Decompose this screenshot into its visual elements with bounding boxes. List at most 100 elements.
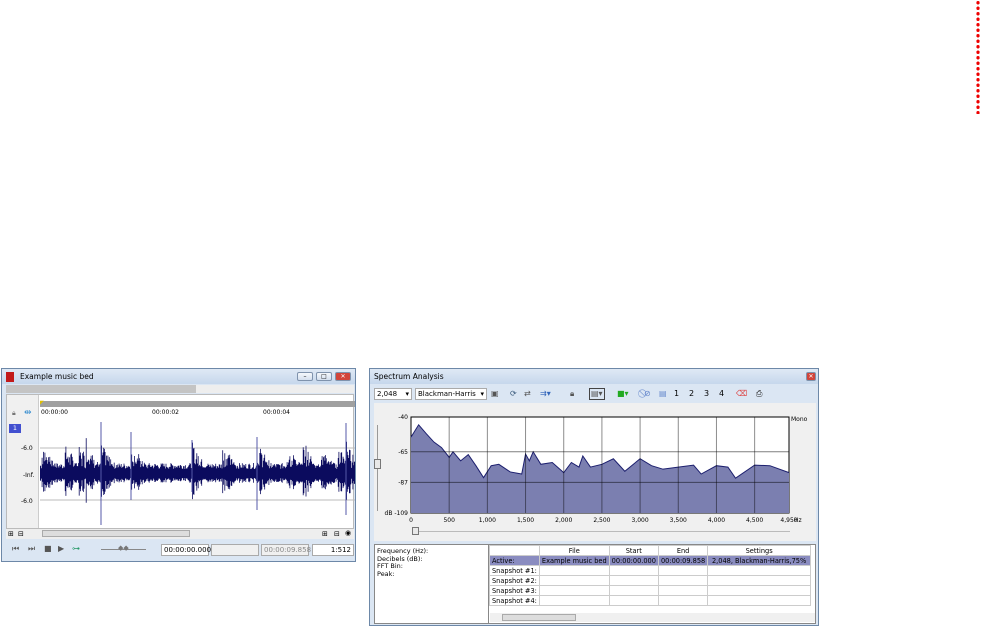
column-header[interactable]: Settings	[707, 545, 811, 556]
ruler-label: 00:00:02	[152, 409, 179, 416]
y-tick-label: -65	[398, 449, 408, 456]
close-button[interactable]: ✕	[335, 372, 351, 381]
waveform[interactable]	[40, 420, 355, 528]
table-cell: Snapshot #2:	[489, 575, 540, 586]
spectrum-title-bar[interactable]: Spectrum Analysis ✕	[370, 369, 818, 384]
lock-icon[interactable]: 🔒︎	[570, 389, 574, 399]
go-to-end-button[interactable]: ⏭	[28, 544, 35, 554]
db-label: -Inf.	[23, 472, 35, 479]
window-type-select[interactable]: Blackman-Harris ▾	[415, 388, 487, 400]
wave-window: Example music bed – □ ✕ 🔒︎ ⇹ 1 ◤ 00:00:0…	[1, 368, 356, 562]
y-tick-label: dB -109	[385, 510, 409, 517]
x-tick-label: 2,500	[593, 517, 610, 524]
table-cell	[657, 575, 709, 586]
column-header[interactable]	[489, 545, 540, 556]
channel-number-badge[interactable]: 1	[9, 424, 21, 433]
table-cell	[657, 565, 709, 576]
table-row[interactable]: Snapshot #3:	[489, 585, 811, 596]
window-type-value: Blackman-Harris	[418, 390, 476, 398]
scrollbar-thumb[interactable]	[502, 614, 576, 621]
stop-button[interactable]: ■	[44, 544, 52, 554]
table-row[interactable]: Snapshot #1:	[489, 565, 811, 576]
snapshot-2-button[interactable]: 2	[689, 389, 694, 399]
table-cell: 00:00:00.000	[608, 555, 659, 566]
play-looped-button[interactable]: ⊶	[72, 544, 80, 554]
x-tick-label: 3,000	[631, 517, 648, 524]
horizontal-scrollbar[interactable]	[42, 530, 190, 537]
x-tick-label: 3,500	[670, 517, 687, 524]
print-icon[interactable]: ⎙	[756, 389, 762, 399]
level-zoom-in-button[interactable]: ⊞	[322, 530, 328, 538]
eraser-icon[interactable]: ⌫	[736, 389, 747, 399]
spectrum-close-button[interactable]: ✕	[806, 372, 816, 381]
db-label: -6.0	[21, 445, 33, 452]
peak-label: Peak:	[377, 569, 395, 578]
table-cell: 00:00:09.858	[657, 555, 709, 566]
table-cell	[538, 575, 610, 586]
frequency-slider[interactable]	[412, 531, 790, 532]
y-tick-label: -40	[398, 414, 408, 421]
table-cell: 2,048, Blackman-Harris,75%	[707, 555, 811, 566]
overview-bar[interactable]	[6, 385, 196, 393]
refresh-icon[interactable]: ⟳	[510, 389, 517, 399]
lock-icon[interactable]: 🔒︎	[12, 409, 16, 418]
snapshot-3-button[interactable]: 3	[704, 389, 709, 399]
column-header[interactable]: Start	[608, 545, 659, 556]
update-icon[interactable]: ⇄	[524, 389, 531, 399]
table-cell: Active:	[489, 555, 540, 566]
db-label: -6.0	[21, 498, 33, 505]
table-cell	[608, 565, 659, 576]
clear-icon[interactable]: ⃠⊘	[644, 389, 651, 399]
wave-title-bar[interactable]: Example music bed – □ ✕	[2, 369, 355, 384]
snapshot-table: File Start End Settings Active: Example music…	[489, 545, 811, 606]
table-cell	[707, 585, 811, 596]
spectrum-chart[interactable]: 0 500 1,000 1,500 2,000 2,500 3,000 3,500 4,000 4…	[374, 403, 816, 528]
table-cell: Snapshot #1:	[489, 565, 540, 576]
x-tick-label: 1,000	[479, 517, 496, 524]
level-zoom-out-button[interactable]: ⊟	[334, 530, 340, 538]
table-cell	[608, 585, 659, 596]
x-tick-label: 1,500	[517, 517, 534, 524]
length-field: 00:00:09.858	[261, 544, 311, 556]
column-header[interactable]: File	[538, 545, 610, 556]
go-to-start-button[interactable]: ⏮	[12, 544, 19, 554]
graph-type-button[interactable]: ▤▾	[589, 388, 605, 400]
settings-icon[interactable]: ▣	[491, 389, 499, 399]
table-row[interactable]: Snapshot #4:	[489, 595, 811, 606]
maximize-button[interactable]: □	[316, 372, 332, 381]
color-button[interactable]: ■▾	[617, 389, 629, 399]
chevron-down-icon: ▾	[405, 390, 409, 398]
send-icon[interactable]: ⇉▾	[540, 389, 551, 399]
minimize-button[interactable]: –	[297, 372, 313, 381]
x-axis-unit: Hz	[794, 517, 802, 524]
spectrum-window-title: Spectrum Analysis	[374, 372, 444, 381]
zoom-in-button[interactable]: ⊞	[8, 530, 14, 538]
table-horizontal-scrollbar[interactable]	[490, 613, 815, 622]
cursor-marker-icon: ◤	[40, 400, 44, 406]
snapshot-1-button[interactable]: 1	[674, 389, 679, 399]
table-cell	[707, 565, 811, 576]
table-cell	[657, 585, 709, 596]
column-header[interactable]: End	[657, 545, 709, 556]
zoom-ratio-field[interactable]: 1:512	[312, 544, 354, 556]
frequency-slider-handle[interactable]	[412, 527, 419, 535]
view-icon[interactable]: ◉	[345, 529, 351, 537]
table-cell: Snapshot #4:	[489, 595, 540, 606]
timeline-bar[interactable]	[40, 401, 355, 407]
zoom-out-button[interactable]: ⊟	[18, 530, 24, 538]
selection-end-field[interactable]	[211, 544, 259, 556]
snap-icon[interactable]: ⇹	[24, 408, 32, 418]
play-button[interactable]: ▶	[58, 544, 64, 554]
snapshot-4-button[interactable]: 4	[719, 389, 724, 399]
scrub-handle-icon[interactable]: ◆◆	[118, 544, 129, 552]
table-cell	[538, 565, 610, 576]
spectrum-window: Spectrum Analysis ✕ 2,048 ▾ Blackman-Harr…	[369, 368, 819, 626]
table-cell	[707, 575, 811, 586]
list-icon[interactable]: ▤	[659, 389, 667, 399]
table-row[interactable]: Snapshot #2:	[489, 575, 811, 586]
x-tick-label: 500	[443, 517, 455, 524]
table-row[interactable]: Active: Example music bed 00:00:00.000 00:0…	[489, 555, 811, 566]
table-cell	[657, 595, 709, 606]
fft-size-select[interactable]: 2,048 ▾	[374, 388, 412, 400]
selection-start-field[interactable]: 00:00:00.000	[161, 544, 211, 556]
